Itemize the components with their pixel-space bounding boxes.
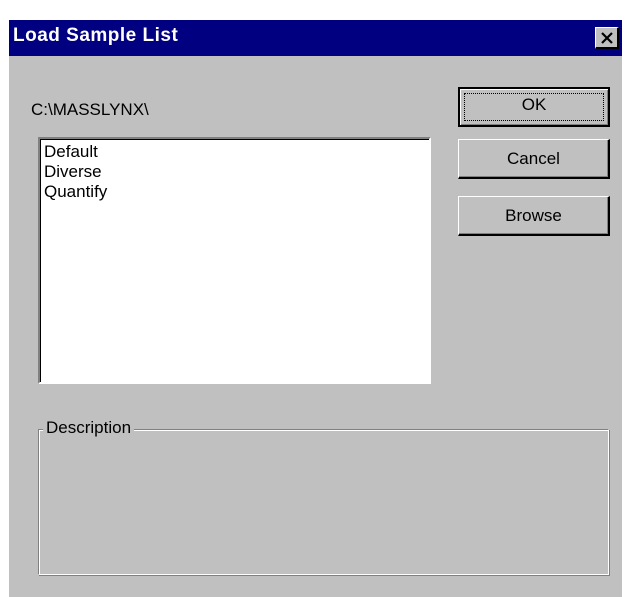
path-label: C:\MASSLYNX\ [31, 100, 149, 119]
list-item-quantify[interactable]: Quantify [44, 182, 107, 202]
ok-label: OK [521, 95, 547, 114]
cancel-button[interactable]: Cancel [458, 139, 610, 179]
browse-label: Browse [505, 206, 562, 225]
close-button[interactable] [595, 27, 619, 49]
browse-button[interactable]: Browse [458, 196, 610, 236]
list-item-diverse[interactable]: Diverse [44, 162, 102, 182]
description-groupbox [38, 429, 609, 575]
close-icon [601, 32, 613, 44]
load-sample-list-dialog: Load Sample List C:\MASSLYNX\ Default Di… [9, 20, 622, 597]
sample-list-listbox[interactable]: Default Diverse Quantify [38, 137, 431, 384]
description-label: Description [43, 417, 135, 439]
title-bar[interactable]: Load Sample List [9, 20, 622, 56]
cancel-label: Cancel [507, 149, 560, 168]
list-item-default[interactable]: Default [44, 142, 98, 162]
ok-button[interactable]: OK [458, 87, 610, 127]
dialog-title: Load Sample List [13, 25, 179, 46]
